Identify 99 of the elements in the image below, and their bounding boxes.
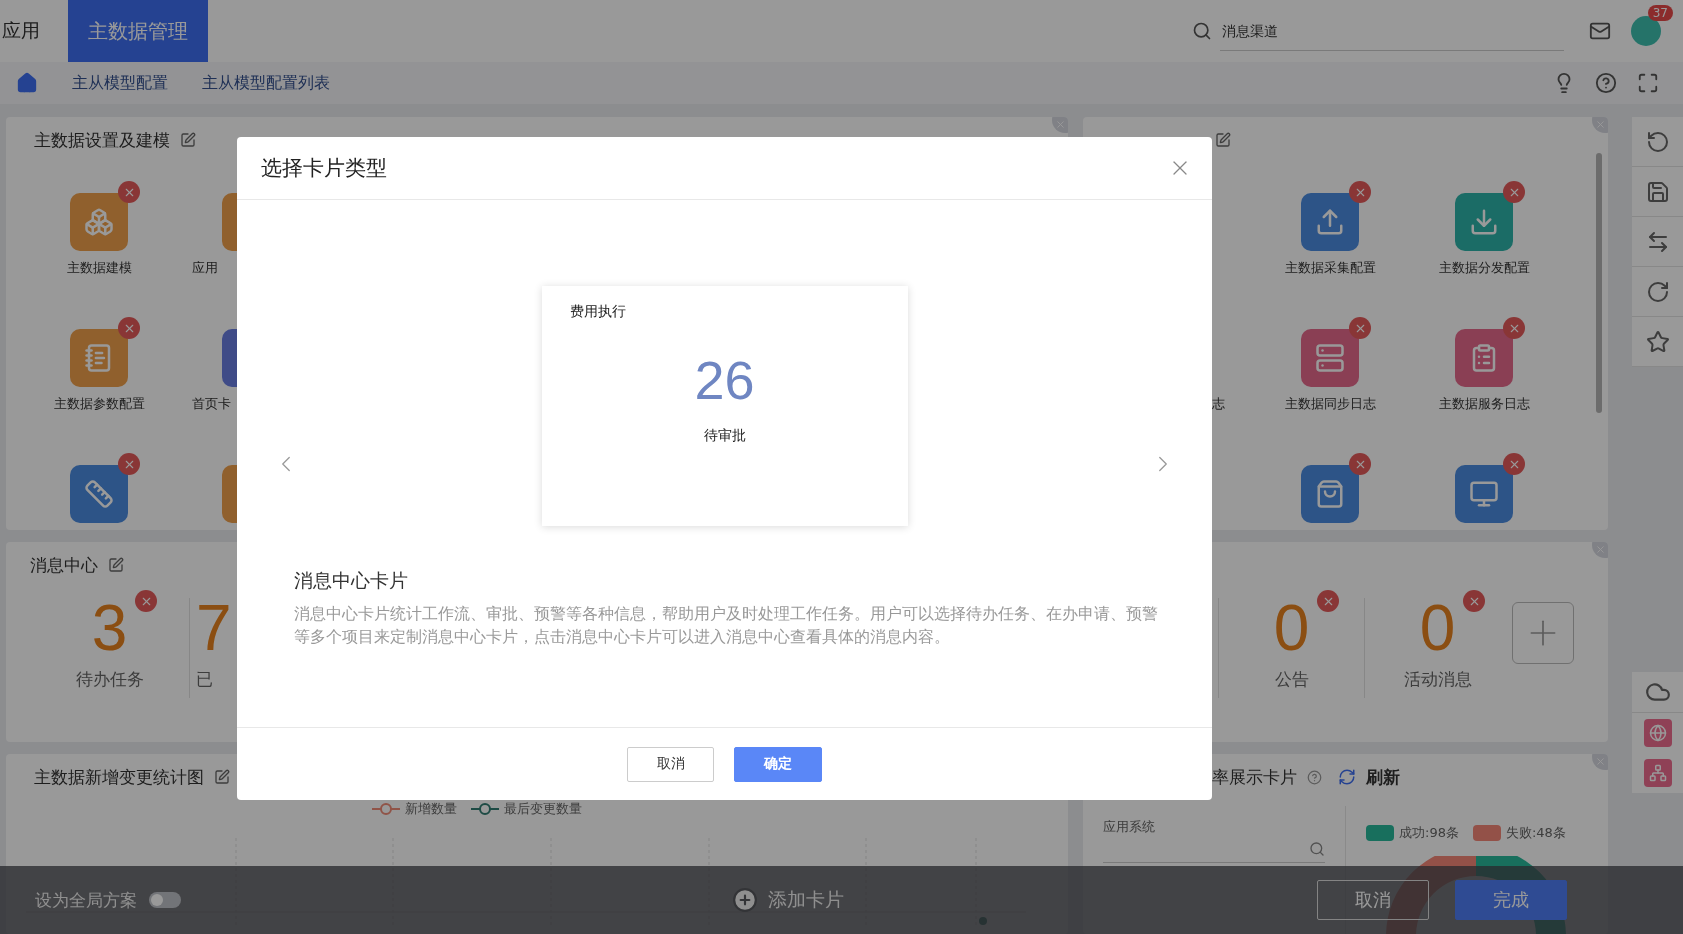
notification-badge: 37 xyxy=(1647,5,1673,21)
tile-label: 应用 xyxy=(192,259,218,277)
tile-label: 首页卡 xyxy=(192,395,231,413)
star-icon[interactable] xyxy=(1645,329,1670,354)
tile-label: 主数据采集配置 xyxy=(1284,259,1376,277)
remove-button[interactable] xyxy=(1503,181,1525,203)
panel-title: 主数据设置及建模 xyxy=(34,128,170,152)
close-icon xyxy=(1595,544,1606,555)
app-label[interactable]: 应用 xyxy=(0,18,68,44)
cubes-icon xyxy=(84,207,114,237)
breadcrumb-link[interactable]: 主从模型配置列表 xyxy=(202,72,330,94)
help-icon[interactable] xyxy=(1595,72,1617,94)
avatar[interactable] xyxy=(1631,16,1661,46)
org-chart-icon xyxy=(1648,764,1667,782)
card-label: 待审批 xyxy=(703,427,746,445)
tile-label: 主数据分发配置 xyxy=(1438,259,1530,277)
finish-button[interactable]: 完成 xyxy=(1455,880,1567,920)
app-tile[interactable] xyxy=(1301,193,1359,251)
legend-label: 最后变更数量 xyxy=(504,800,582,818)
refresh-icon[interactable] xyxy=(1338,768,1356,786)
close-icon xyxy=(1595,756,1606,767)
remove-button[interactable] xyxy=(118,181,140,203)
home-icon[interactable] xyxy=(16,72,38,94)
app-tile[interactable] xyxy=(1455,329,1513,387)
remove-button[interactable] xyxy=(1503,453,1525,475)
edit-icon[interactable] xyxy=(1215,132,1231,148)
description-title: 消息中心卡片 xyxy=(294,568,409,593)
panel-title: 主数据新增变更统计图 xyxy=(34,765,204,789)
stat-label: 已 xyxy=(196,668,213,691)
stat-label: 公告 xyxy=(1274,668,1309,691)
app-tile[interactable] xyxy=(70,329,128,387)
monitor-icon xyxy=(1469,479,1499,509)
remove-button[interactable] xyxy=(1349,317,1371,339)
app-tile[interactable] xyxy=(1455,193,1513,251)
tile-label: 主数据服务日志 xyxy=(1438,395,1530,413)
close-icon xyxy=(1595,119,1606,130)
edit-icon[interactable] xyxy=(180,132,196,148)
legend-label: 失败:48条 xyxy=(1505,824,1566,842)
remove-button[interactable] xyxy=(118,453,140,475)
confirm-button[interactable]: 确定 xyxy=(734,746,822,782)
stat-label: 待办任务 xyxy=(75,668,144,691)
bag-icon xyxy=(1315,479,1345,509)
globe-icon xyxy=(1648,724,1667,742)
globe-button[interactable] xyxy=(1643,719,1672,747)
scrollbar[interactable] xyxy=(1596,153,1602,413)
breadcrumb-link[interactable]: 主从模型配置 xyxy=(72,72,168,94)
tile-label: 志 xyxy=(1212,395,1225,413)
tile-label: 主数据同步日志 xyxy=(1284,395,1376,413)
org-chart-button[interactable] xyxy=(1643,759,1672,787)
dialog-title: 选择卡片类型 xyxy=(261,155,387,182)
remove-button[interactable] xyxy=(118,317,140,339)
filter-label: 应用系统 xyxy=(1103,819,1155,834)
help-icon[interactable] xyxy=(1307,769,1322,785)
remove-button[interactable] xyxy=(135,590,158,612)
search-icon xyxy=(1192,21,1212,41)
mail-icon[interactable] xyxy=(1589,20,1611,42)
download-icon xyxy=(1469,207,1499,237)
ruler-icon xyxy=(84,479,114,509)
upload-icon xyxy=(1315,207,1345,237)
search-icon xyxy=(1309,841,1325,857)
refresh-icon[interactable] xyxy=(1645,279,1670,304)
remove-button[interactable] xyxy=(1349,453,1371,475)
legend-label: 新增数量 xyxy=(405,800,457,818)
stat-label: 活动消息 xyxy=(1403,668,1472,691)
server-icon xyxy=(1315,343,1345,373)
panel-title: 消息中心 xyxy=(30,553,98,577)
tile-label: 主数据参数配置 xyxy=(53,395,145,413)
remove-button[interactable] xyxy=(1503,317,1525,339)
app-tile[interactable] xyxy=(1301,329,1359,387)
remove-button[interactable] xyxy=(1317,590,1340,612)
app-tile[interactable] xyxy=(1455,465,1513,523)
app-tile[interactable] xyxy=(1301,465,1359,523)
description-text: 消息中心卡片统计工作流、审批、预警等各种信息，帮助用户及时处理工作任务。用户可以选择待办任务、在办申请、预警等多个项目来定制消息中心卡片，点击消息中心卡片可以进入消息中心查看具体的消息内容。 xyxy=(294,603,1159,648)
close-icon xyxy=(1055,119,1066,130)
search-field[interactable]: 消息渠道 xyxy=(1220,11,1564,51)
refresh-link[interactable]: 刷新 xyxy=(1366,765,1400,789)
cancel-button[interactable]: 取消 xyxy=(627,746,714,782)
undo-icon[interactable] xyxy=(1645,129,1670,154)
module-tab[interactable]: 主数据管理 xyxy=(68,0,208,62)
cancel-button[interactable]: 取消 xyxy=(1317,880,1429,920)
tile-label: 主数据建模 xyxy=(66,259,132,277)
remove-button[interactable] xyxy=(1463,590,1486,612)
card-count: 26 xyxy=(694,349,755,411)
count: 0 xyxy=(1419,591,1456,666)
remove-button[interactable] xyxy=(1349,181,1371,203)
card-preview[interactable]: 费用执行 26 待审批 xyxy=(541,286,908,526)
legend-label: 成功:98条 xyxy=(1399,824,1459,842)
fullscreen-icon[interactable] xyxy=(1637,72,1659,94)
app-tile[interactable] xyxy=(70,465,128,523)
count: 3 xyxy=(91,591,128,666)
edit-icon[interactable] xyxy=(108,557,124,573)
count: 7 xyxy=(196,591,232,666)
save-icon[interactable] xyxy=(1645,179,1670,204)
panel-title: 率展示卡片 xyxy=(1212,765,1297,789)
count: 0 xyxy=(1273,591,1310,666)
add-button[interactable] xyxy=(1512,602,1574,664)
edit-icon[interactable] xyxy=(214,769,230,785)
app-tile[interactable] xyxy=(70,193,128,251)
card-title: 费用执行 xyxy=(569,303,626,321)
